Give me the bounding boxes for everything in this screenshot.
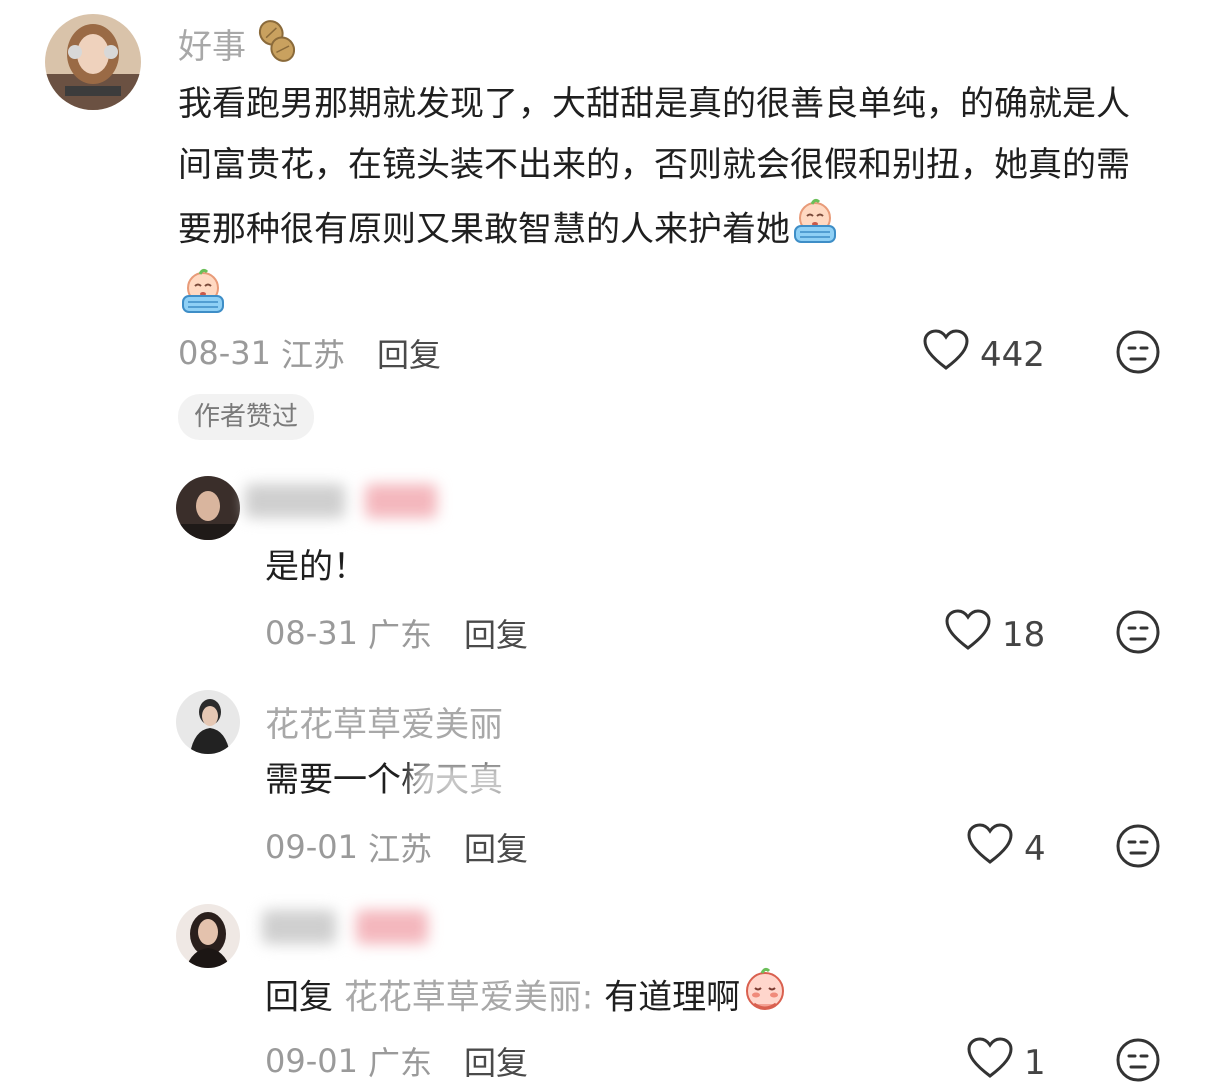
blurred-username [262,910,428,944]
comment-author[interactable]: 好事 [178,19,246,68]
blurred-username [245,484,437,518]
dislike-face-icon [1116,1038,1160,1082]
peanut-icon [254,18,300,68]
reply-button[interactable]: 回复 [464,610,528,656]
avatar[interactable] [176,904,240,968]
crying-face-icon [178,266,228,336]
comment-text: 是的！ [265,547,367,587]
comment-date: 09-01 [265,1042,358,1080]
comment-author[interactable]: 花花草草爱美丽 [265,697,503,746]
dislike-button[interactable] [1115,823,1161,873]
like-count: 4 [1024,828,1046,869]
reply-prefix: 回复 [265,977,333,1018]
reply-button[interactable]: 回复 [464,824,528,870]
comment-location: 江苏 [280,336,345,374]
avatar[interactable] [176,690,240,754]
dislike-button[interactable] [1115,329,1161,379]
heart-icon [966,822,1014,875]
heart-icon [944,608,992,661]
like-count: 18 [1002,614,1046,655]
like-button[interactable]: 18 [944,608,1045,661]
comment-date: 08-31 [178,334,271,372]
like-button[interactable]: 1 [966,1036,1046,1089]
dislike-button[interactable] [1115,609,1161,659]
like-button[interactable]: 442 [922,328,1045,381]
reply-button[interactable]: 回复 [464,1038,528,1084]
comment-date: 08-31 [265,614,358,652]
dislike-face-icon [1116,824,1160,868]
comment-location: 广东 [367,616,432,654]
author-liked-badge: 作者赞过 [178,394,315,440]
heart-icon [966,1036,1014,1089]
blur-overlay [412,762,552,800]
avatar[interactable] [176,476,240,540]
like-count: 442 [980,334,1045,375]
heart-icon [922,328,970,381]
blushing-face-icon [740,964,790,1034]
comment-location: 江苏 [367,830,432,868]
reply-button[interactable]: 回复 [377,330,441,376]
dislike-face-icon [1116,330,1160,374]
like-button[interactable]: 4 [966,822,1046,875]
crying-face-icon [790,196,840,266]
reply-to-user[interactable]: 花花草草爱美丽: [344,978,593,1018]
avatar[interactable] [45,14,141,110]
comment-location: 广东 [367,1044,432,1082]
comment-date: 09-01 [265,828,358,866]
comment-text: 有道理啊 [604,977,741,1018]
like-count: 1 [1024,1042,1046,1083]
dislike-face-icon [1116,610,1160,654]
comment-text: 我看跑男那期就发现了，大甜甜是真的很善良单纯，的确就是人间富贵花，在镜头装不出来… [178,84,1130,250]
